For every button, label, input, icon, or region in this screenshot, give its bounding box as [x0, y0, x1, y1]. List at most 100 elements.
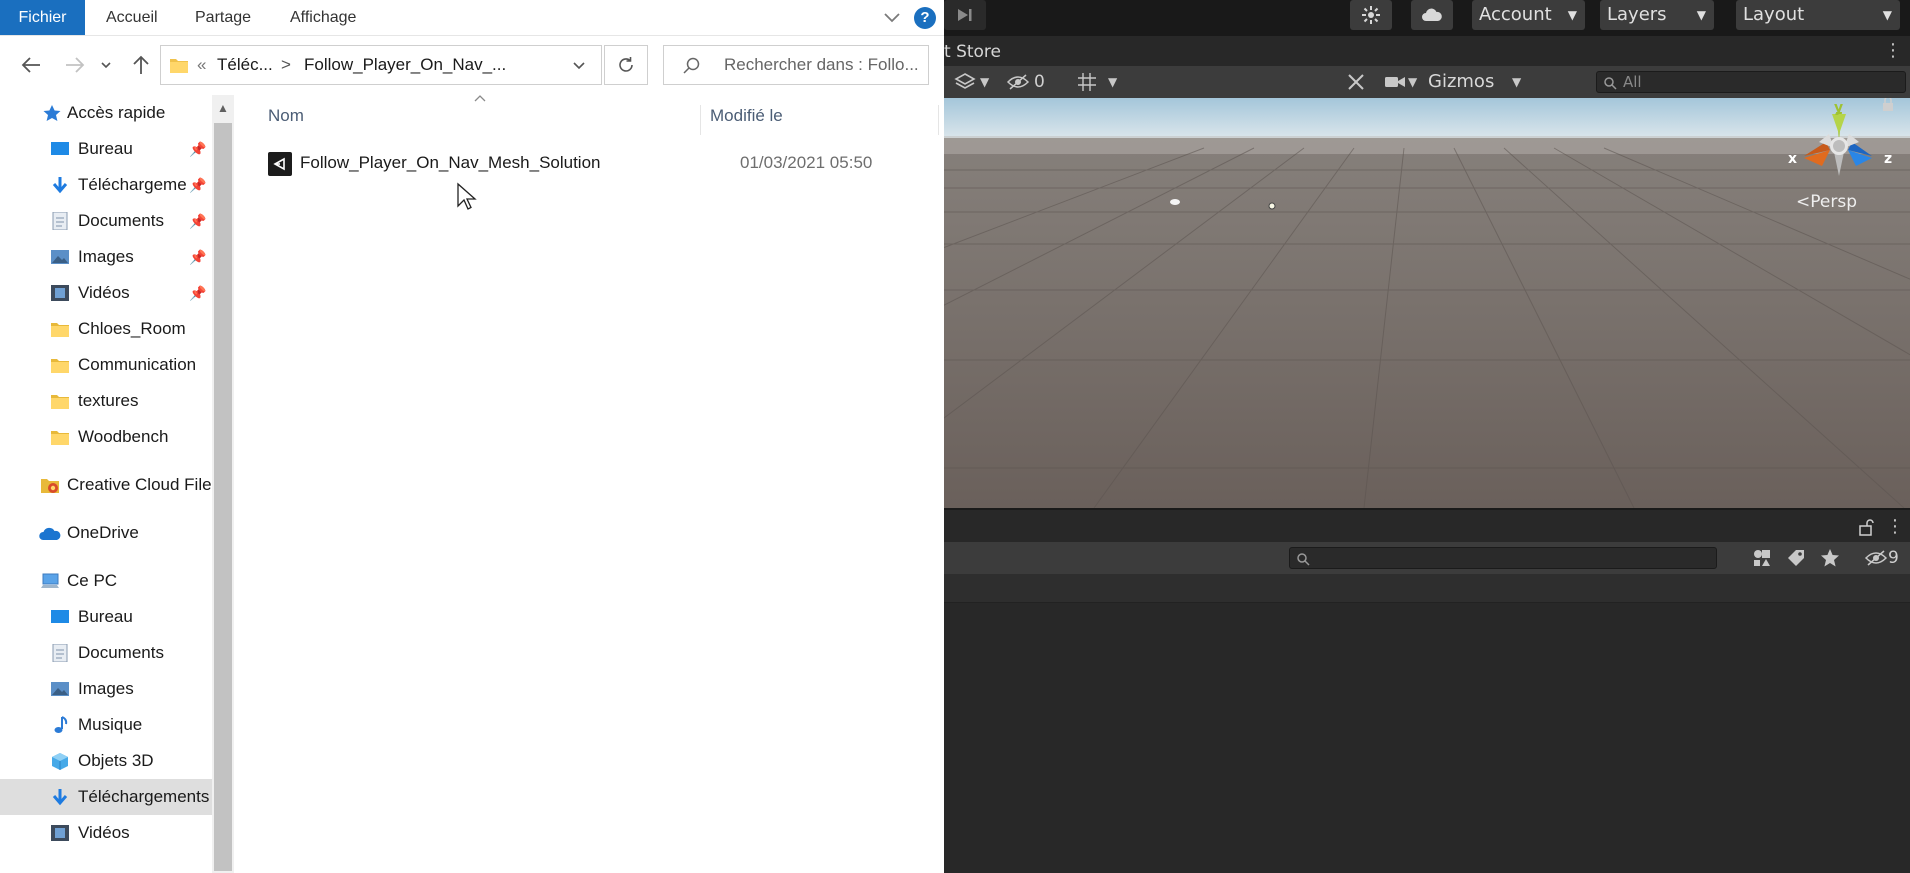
help-icon: ?: [914, 7, 936, 29]
search-icon: [683, 57, 700, 74]
pin-icon: 📌: [189, 213, 207, 229]
file-list: Nom Modifié le Follow_Player_On_Nav_Mesh…: [238, 95, 944, 873]
sidebar-item-label: Images: [78, 247, 134, 266]
download-icon: [52, 789, 68, 806]
navigation-scrollbar[interactable]: ▲: [212, 95, 234, 873]
ribbon-tab-accueil[interactable]: Accueil: [106, 0, 158, 35]
sidebar-item-images-quick[interactable]: Images 📌: [0, 239, 212, 275]
recent-locations-button[interactable]: [94, 45, 118, 85]
ribbon-tab-fichier[interactable]: Fichier: [0, 0, 85, 35]
caret-down-icon: ▼: [1696, 8, 1706, 22]
sidebar-item-chloes-room[interactable]: Chloes_Room: [0, 311, 212, 347]
up-button[interactable]: [124, 45, 158, 85]
file-name[interactable]: Follow_Player_On_Nav_Mesh_Solution: [300, 145, 601, 181]
column-header-modified[interactable]: Modifié le: [710, 95, 783, 137]
sidebar-item-woodbench[interactable]: Woodbench: [0, 419, 212, 455]
kebab-menu-icon[interactable]: ⋮: [1884, 36, 1902, 66]
tab-asset-store[interactable]: t Store: [944, 36, 1001, 68]
documents-icon: [52, 212, 68, 230]
sidebar-item-creative-cloud[interactable]: Creative Cloud File: [0, 467, 212, 503]
filter-by-label-icon[interactable]: [1786, 548, 1806, 568]
scene-visibility-toggle[interactable]: 0: [1002, 70, 1058, 94]
sidebar-item-musique[interactable]: Musique: [0, 707, 212, 743]
account-dropdown[interactable]: Account ▼: [1472, 0, 1585, 30]
sidebar-item-bureau-pc[interactable]: Bureau: [0, 599, 212, 635]
sidebar-item-label: Téléchargements: [78, 787, 210, 806]
refresh-button[interactable]: [604, 45, 648, 85]
sidebar-item-documents-pc[interactable]: Documents: [0, 635, 212, 671]
sidebar-item-textures[interactable]: textures: [0, 383, 212, 419]
caret-down-icon[interactable]: ▼: [980, 66, 989, 98]
help-button[interactable]: ?: [914, 0, 938, 35]
caret-down-icon[interactable]: ▼: [1408, 66, 1417, 98]
project-panel-body[interactable]: [944, 603, 1910, 873]
layout-dropdown[interactable]: Layout ▼: [1736, 0, 1900, 30]
unity-main-toolbar: Account ▼ Layers ▼ Layout ▼: [944, 0, 1910, 36]
breadcrumb-telechargements[interactable]: Téléc...: [217, 46, 273, 84]
scene-view[interactable]: y x z <Persp: [944, 98, 1910, 508]
sidebar-item-ce-pc[interactable]: Ce PC: [0, 563, 212, 599]
caret-down-icon[interactable]: ▼: [1108, 66, 1117, 98]
ribbon-expand-button[interactable]: [880, 0, 904, 35]
search-box[interactable]: Rechercher dans : Follo...: [663, 45, 929, 85]
kebab-menu-icon[interactable]: ⋮: [1886, 510, 1904, 544]
sidebar-item-label: Bureau: [78, 139, 133, 158]
sidebar-item-videos-quick[interactable]: Vidéos 📌: [0, 275, 212, 311]
sidebar-item-label: Ce PC: [67, 571, 118, 590]
step-button[interactable]: [944, 0, 986, 30]
ribbon-tab-partage[interactable]: Partage: [195, 0, 251, 35]
sidebar-item-telechargements-pc[interactable]: Téléchargements: [0, 779, 212, 815]
forward-button[interactable]: [58, 45, 92, 85]
sidebar-item-objets-3d[interactable]: Objets 3D: [0, 743, 212, 779]
sidebar-item-videos-pc[interactable]: Vidéos: [0, 815, 212, 851]
hidden-packages-count: 9: [1888, 548, 1899, 568]
scene-search-input[interactable]: All: [1623, 72, 1642, 92]
back-button[interactable]: [14, 45, 48, 85]
bottom-panel-toolbar: 9: [944, 542, 1910, 575]
breadcrumb-current-folder[interactable]: Follow_Player_On_Nav_...: [304, 46, 506, 84]
layers-dropdown[interactable]: Layers ▼: [1600, 0, 1714, 30]
cloud-button[interactable]: [1411, 0, 1453, 30]
sidebar-item-communication[interactable]: Communication: [0, 347, 212, 383]
projection-toggle[interactable]: <Persp: [1796, 192, 1857, 212]
lock-icon[interactable]: [1880, 98, 1896, 112]
layout-label: Layout: [1743, 4, 1805, 25]
sidebar-item-onedrive[interactable]: OneDrive: [0, 515, 212, 551]
scrollbar-thumb[interactable]: [214, 123, 232, 871]
scene-search-field[interactable]: All: [1596, 71, 1906, 93]
camera-icon[interactable]: [1384, 74, 1406, 90]
column-header-name[interactable]: Nom: [268, 95, 304, 137]
sidebar-item-documents-quick[interactable]: Documents 📌: [0, 203, 212, 239]
column-separator[interactable]: [938, 105, 939, 135]
sidebar-item-acces-rapide[interactable]: Accès rapide: [0, 95, 212, 131]
pin-icon: 📌: [189, 285, 207, 301]
breadcrumb-separator[interactable]: >: [281, 46, 291, 84]
lock-open-icon[interactable]: [1858, 518, 1874, 536]
grid-snap-icon[interactable]: [1076, 72, 1098, 92]
sidebar-item-telechargements-quick[interactable]: Téléchargeme 📌: [0, 167, 212, 203]
sidebar-item-bureau[interactable]: Bureau 📌: [0, 131, 212, 167]
folder-icon: [51, 323, 69, 337]
gizmos-button[interactable]: Gizmos: [1428, 66, 1494, 98]
file-row[interactable]: Follow_Player_On_Nav_Mesh_Solution 01/03…: [268, 145, 938, 181]
search-input[interactable]: Rechercher dans : Follo...: [724, 46, 919, 84]
chevron-down-icon[interactable]: [571, 58, 587, 74]
orientation-gizmo[interactable]: y x z: [1774, 100, 1904, 204]
hidden-packages-toggle[interactable]: 9: [1864, 546, 1908, 570]
project-search-field[interactable]: [1289, 547, 1717, 569]
sidebar-item-images-pc[interactable]: Images: [0, 671, 212, 707]
address-overflow-chevrons[interactable]: «: [197, 46, 206, 84]
filter-by-type-icon[interactable]: [1752, 548, 1772, 568]
layers-stack-icon[interactable]: [954, 72, 976, 92]
scroll-up-arrow-icon[interactable]: ▲: [212, 95, 234, 121]
tools-icon[interactable]: [1346, 72, 1368, 92]
sidebar-item-label: Documents: [78, 211, 164, 230]
collab-button[interactable]: [1350, 0, 1392, 30]
address-bar[interactable]: « Téléc... > Follow_Player_On_Nav_...: [160, 45, 602, 85]
caret-down-icon[interactable]: ▼: [1512, 66, 1521, 98]
file-explorer-window: Fichier Accueil Partage Affichage ? « Té…: [0, 0, 944, 873]
column-separator[interactable]: [700, 105, 701, 135]
sidebar-item-label: Musique: [78, 715, 143, 734]
star-icon[interactable]: [1820, 548, 1840, 568]
ribbon-tab-affichage[interactable]: Affichage: [290, 0, 356, 35]
